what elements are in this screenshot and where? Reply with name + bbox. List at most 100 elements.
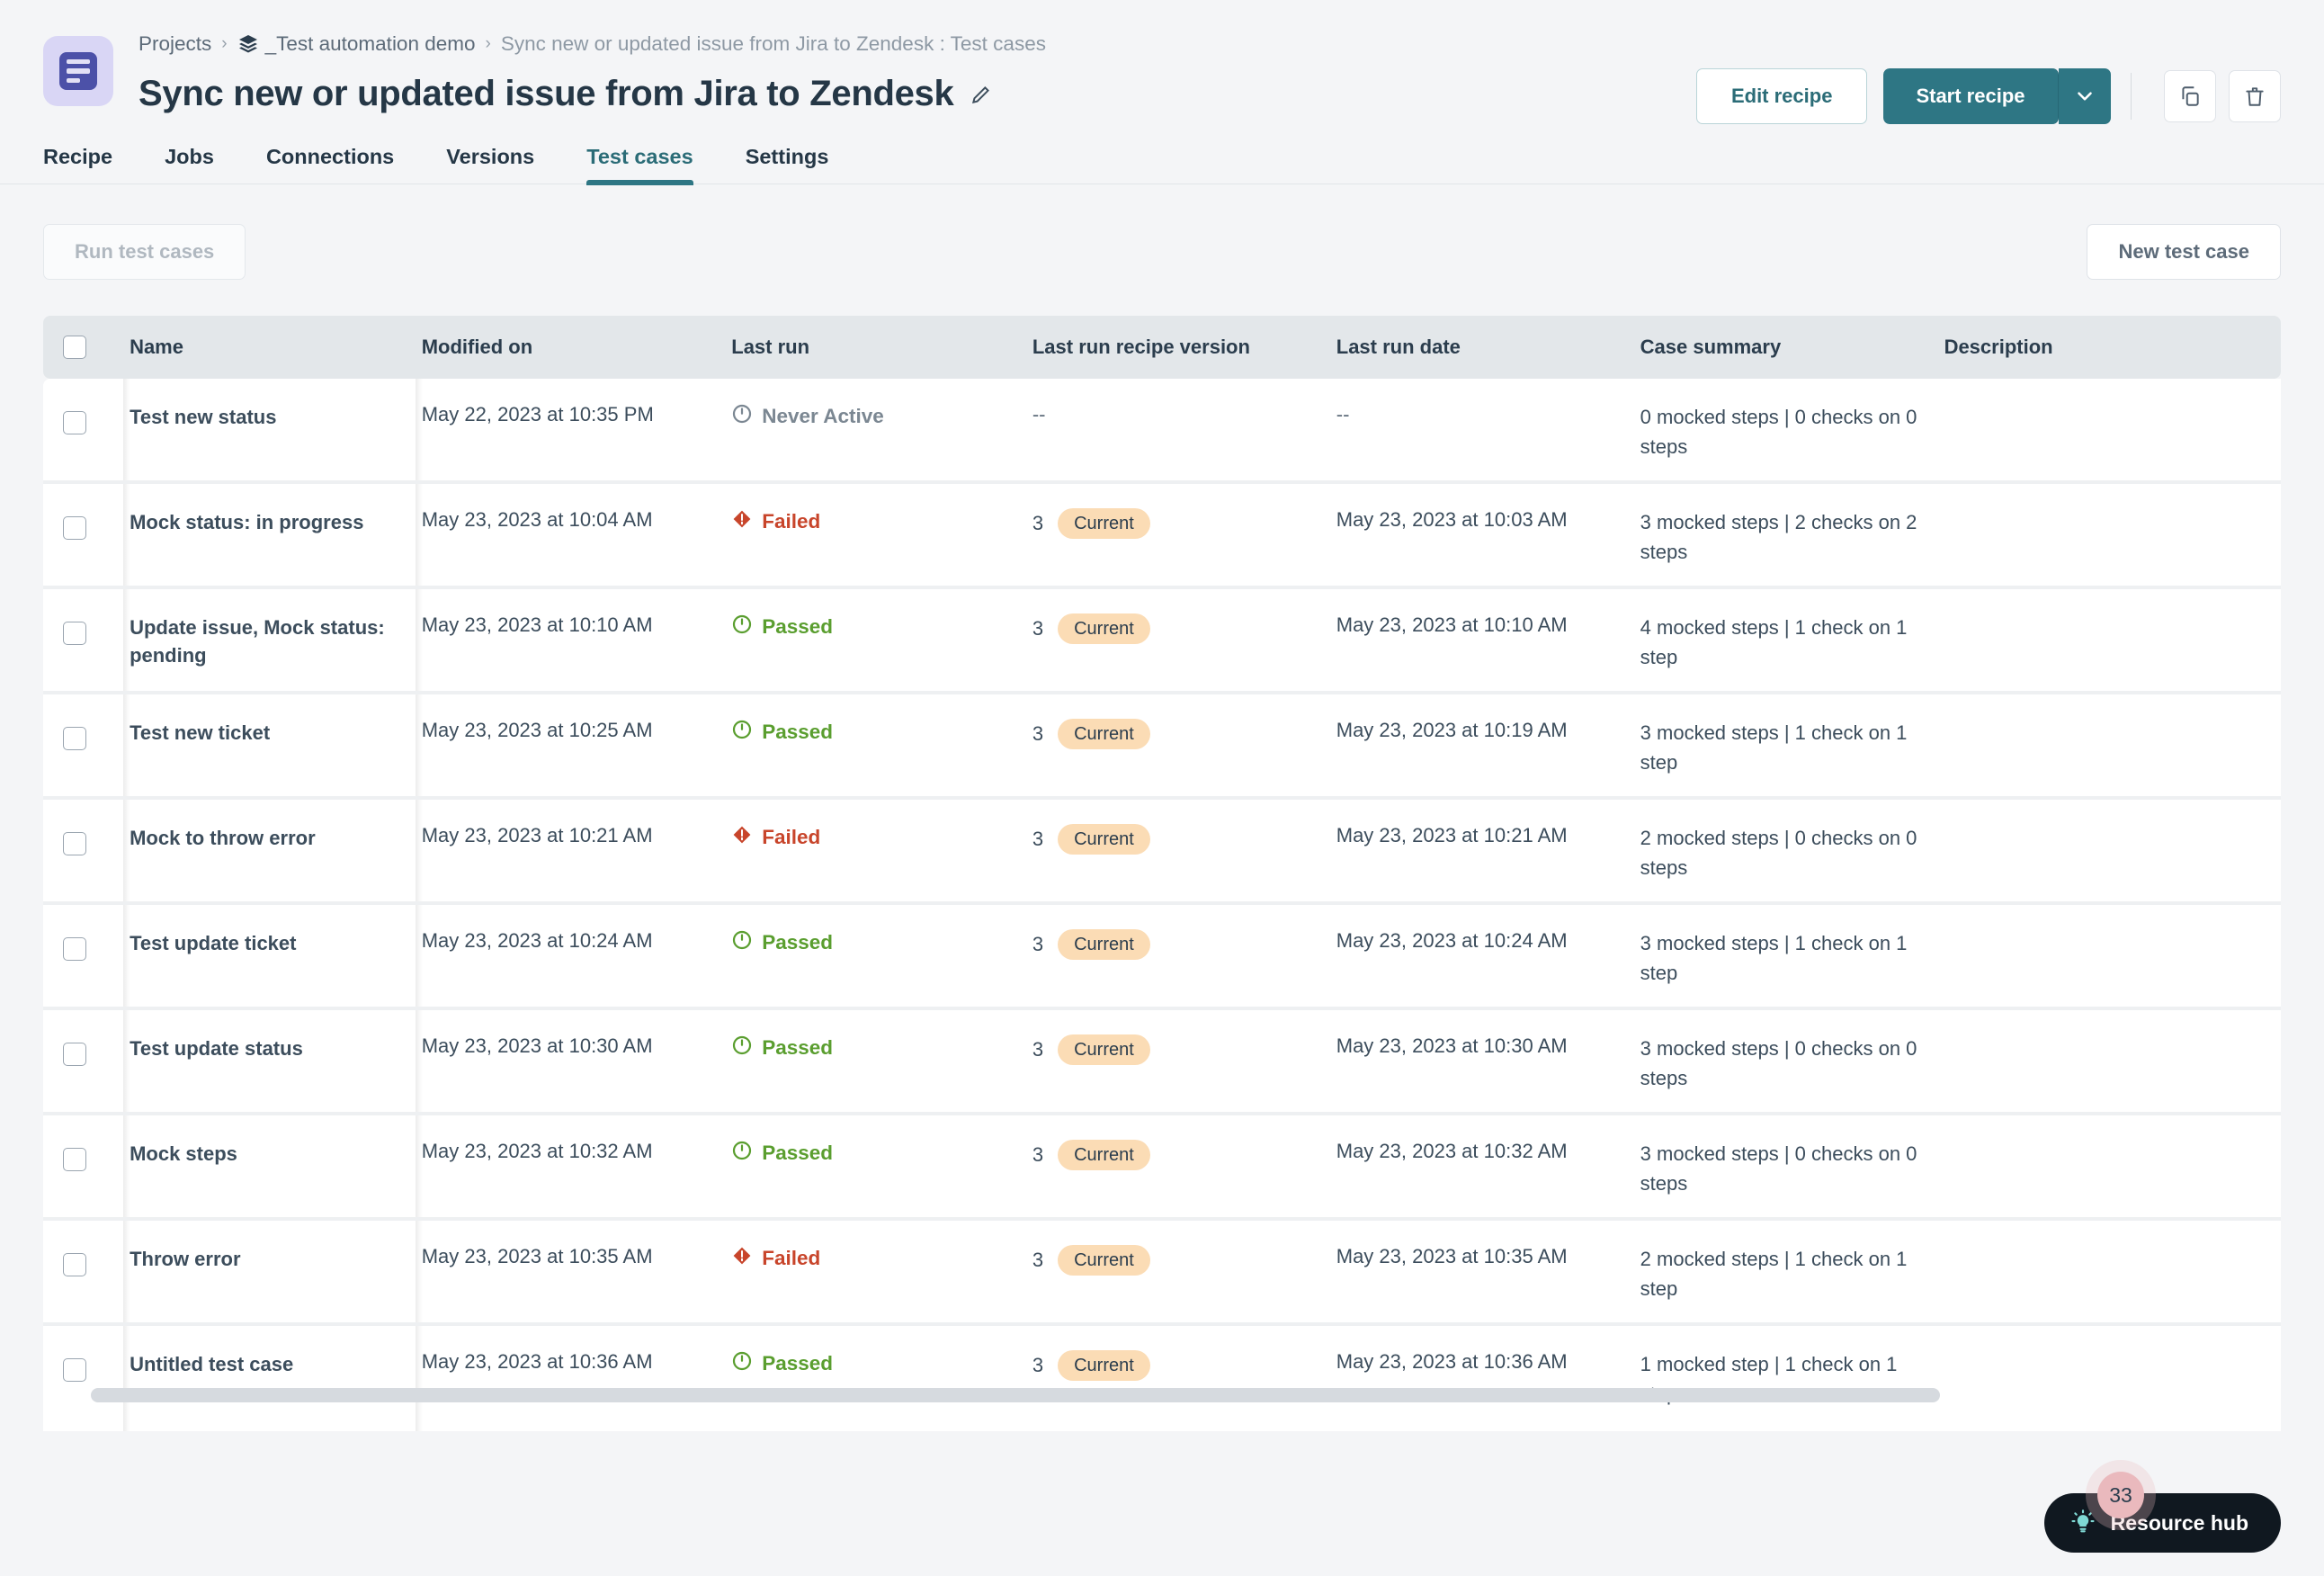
row-last-run-date: May 23, 2023 at 10:19 AM [1336,694,1640,800]
column-header-modified-on[interactable]: Modified on [421,316,732,379]
row-last-run: Passed [731,589,1032,694]
run-test-cases-button[interactable]: Run test cases [43,224,246,280]
row-name[interactable]: Test new status [130,379,423,484]
resource-hub-button[interactable]: Resource hub [2043,1493,2281,1553]
row-name[interactable]: Untitled test case [130,1326,423,1431]
table-row[interactable]: Test new status May 22, 2023 at 10:35 PM N… [43,379,2281,484]
table-row[interactable]: Throw error May 23, 2023 at 10:35 AM Faile… [43,1221,2281,1326]
tab-versions[interactable]: Versions [446,145,534,184]
row-name[interactable]: Mock steps [130,1115,423,1221]
breadcrumb-project[interactable]: _Test automation demo [265,32,476,56]
row-name[interactable]: Mock status: in progress [130,484,423,589]
row-checkbox[interactable] [63,1253,86,1276]
tab-recipe[interactable]: Recipe [43,145,112,184]
breadcrumb: Projects › _Test automation demo › Sync … [139,31,1046,58]
row-name[interactable]: Test update ticket [130,905,423,1010]
table-toolbar: Run test cases New test case [0,184,2324,280]
row-checkbox[interactable] [63,1358,86,1382]
table-row[interactable]: Test update status May 23, 2023 at 10:30 … [43,1010,2281,1115]
table-row[interactable]: Mock status: in progress May 23, 2023 at … [43,484,2281,589]
table-row[interactable]: Mock to throw error May 23, 2023 at 10:21… [43,800,2281,905]
table-row[interactable]: Untitled test case May 23, 2023 at 10:36 … [43,1326,2281,1431]
current-version-badge: Current [1058,1034,1150,1065]
row-version: 3 [1032,1249,1044,1271]
row-modified-on: May 23, 2023 at 10:32 AM [421,1115,732,1221]
table-row[interactable]: Update issue, Mock status: pending May 23… [43,589,2281,694]
row-checkbox[interactable] [63,832,86,855]
row-checkbox[interactable] [63,411,86,434]
row-name[interactable]: Test new ticket [130,694,423,800]
status-passed-icon [731,613,753,640]
start-recipe-button[interactable]: Start recipe [1883,68,2059,124]
row-name[interactable]: Mock to throw error [130,800,423,905]
row-checkbox[interactable] [63,727,86,750]
row-version: 3 [1032,1143,1044,1166]
row-checkbox[interactable] [63,1148,86,1171]
row-description [1944,379,2281,484]
breadcrumb-projects[interactable]: Projects [139,32,211,56]
row-modified-on: May 23, 2023 at 10:10 AM [421,589,732,694]
header-actions: Edit recipe Start recipe [1695,68,2281,124]
tab-test-cases[interactable]: Test cases [586,145,694,185]
row-checkbox[interactable] [63,1043,86,1066]
row-modified-on: May 22, 2023 at 10:35 PM [421,379,732,484]
layers-icon [237,33,259,55]
new-test-case-button[interactable]: New test case [2087,224,2281,280]
row-checkbox[interactable] [63,622,86,645]
row-last-run: Passed [731,905,1032,1010]
row-case-summary: 3 mocked steps | 0 checks on 0 steps [1640,1115,1944,1221]
row-version: 3 [1032,722,1044,745]
row-last-run-label: Passed [762,1036,834,1059]
current-version-badge: Current [1058,824,1150,855]
row-modified-on: May 23, 2023 at 10:21 AM [421,800,732,905]
row-modified-on: May 23, 2023 at 10:30 AM [421,1010,732,1115]
column-header-name[interactable]: Name [130,316,422,379]
row-modified-on: May 23, 2023 at 10:25 AM [421,694,732,800]
tab-connections[interactable]: Connections [266,145,394,184]
test-cases-table: Name Modified on Last run Last run recip… [43,316,2281,1431]
trash-icon[interactable] [2229,70,2281,122]
tab-settings[interactable]: Settings [746,145,829,184]
copy-icon[interactable] [2164,70,2216,122]
edit-recipe-button[interactable]: Edit recipe [1695,68,1868,124]
column-header-description[interactable]: Description [1944,316,2281,379]
table-row[interactable]: Test new ticket May 23, 2023 at 10:25 AM P… [43,694,2281,800]
horizontal-scrollbar-thumb[interactable] [91,1388,1940,1402]
row-checkbox-cell [43,589,131,694]
column-header-last-run[interactable]: Last run [731,316,1032,379]
status-failed-icon [731,508,753,535]
row-name[interactable]: Throw error [130,1221,423,1326]
row-last-run-label: Passed [762,1142,834,1164]
column-header-last-run-date[interactable]: Last run date [1336,316,1640,379]
breadcrumb-current: Sync new or updated issue from Jira to Z… [500,32,1046,55]
row-checkbox[interactable] [63,937,86,961]
pencil-icon[interactable] [970,83,993,106]
test-cases-table-wrap: Name Modified on Last run Last run recip… [43,316,2281,1431]
table-row[interactable]: Test update ticket May 23, 2023 at 10:24 … [43,905,2281,1010]
breadcrumb-separator-2: › [485,34,491,53]
row-checkbox-cell [43,379,131,484]
row-last-run-date: May 23, 2023 at 10:10 AM [1336,589,1640,694]
row-last-run: Never Active [731,379,1032,484]
row-last-run-label: Passed [762,931,834,954]
row-case-summary: 3 mocked steps | 1 check on 1 step [1640,905,1944,1010]
table-header: Name Modified on Last run Last run recip… [43,316,2281,379]
column-header-case-summary[interactable]: Case summary [1640,316,1944,379]
row-last-run-date: May 23, 2023 at 10:32 AM [1336,1115,1640,1221]
row-last-run-label: Failed [762,826,821,848]
chevron-down-icon[interactable] [2058,68,2111,124]
row-name[interactable]: Update issue, Mock status: pending [130,589,423,694]
table-row[interactable]: Mock steps May 23, 2023 at 10:32 AM Passed… [43,1115,2281,1221]
row-checkbox-cell [43,1010,131,1115]
column-header-last-run-recipe-version[interactable]: Last run recipe version [1032,316,1336,379]
row-name[interactable]: Test update status [130,1010,423,1115]
select-all-checkbox[interactable] [63,336,86,359]
table-header-row: Name Modified on Last run Last run recip… [43,316,2281,379]
row-last-run-recipe-version: 3 Current [1032,694,1336,800]
row-checkbox[interactable] [63,516,86,540]
status-passed-icon [731,1140,753,1167]
tab-jobs[interactable]: Jobs [165,145,214,184]
current-version-badge: Current [1058,1245,1150,1276]
row-last-run-recipe-version: 3 Current [1032,1221,1336,1326]
horizontal-scrollbar[interactable] [91,1388,1940,1402]
